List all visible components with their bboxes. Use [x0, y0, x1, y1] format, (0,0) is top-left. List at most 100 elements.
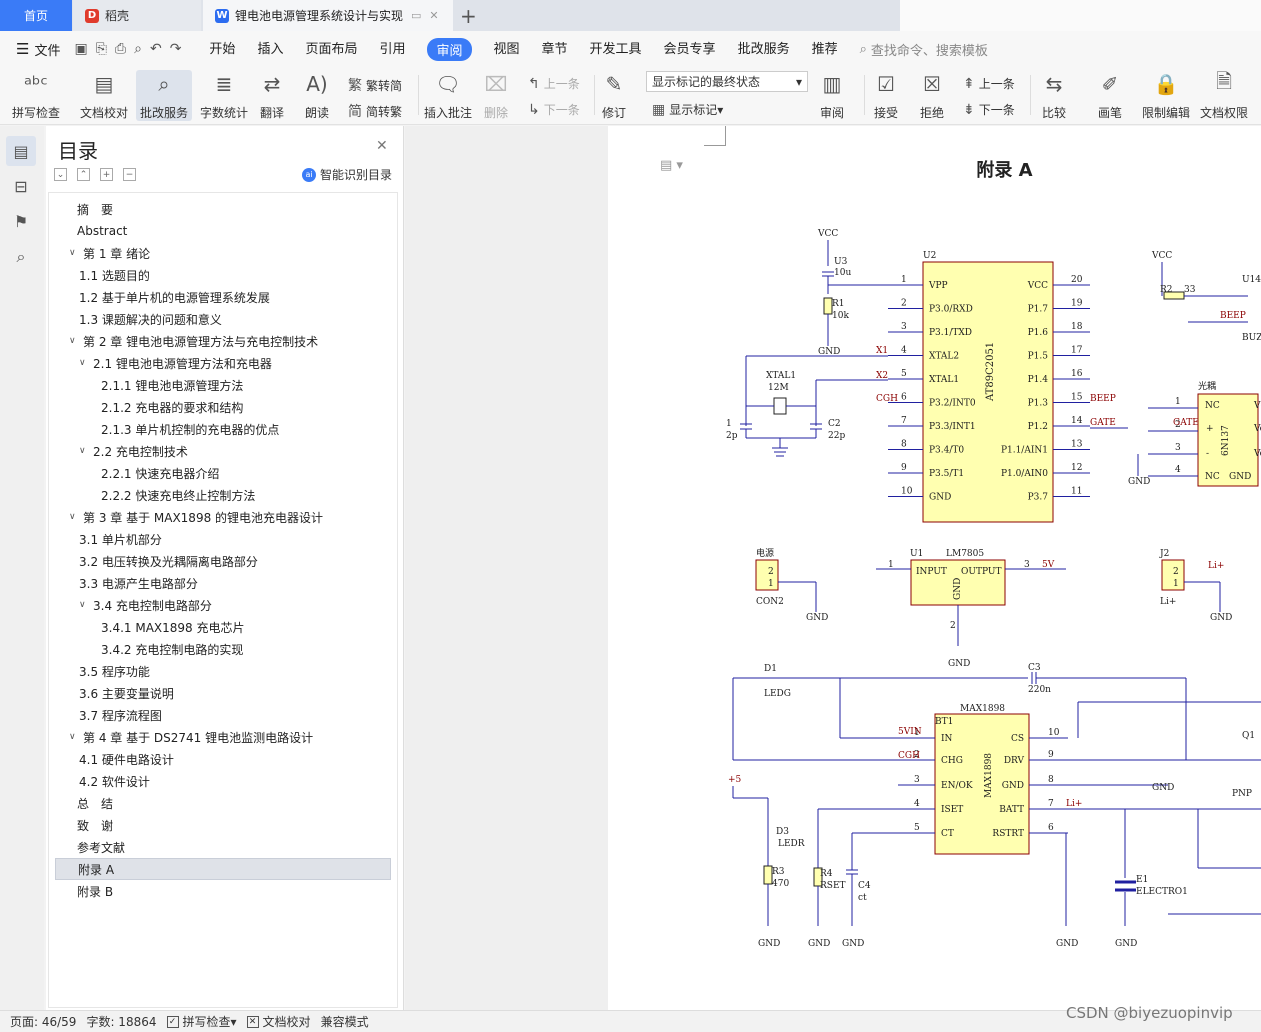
file-menu[interactable]: ☰ 文件	[16, 40, 60, 59]
tab-home[interactable]: 首页	[0, 0, 72, 31]
toc-item[interactable]: 参考文献	[77, 836, 125, 858]
tab-document[interactable]: W 锂电池电源管理系统设计与实现 ▭ ✕	[203, 0, 453, 31]
toc-item[interactable]: Abstract	[77, 220, 127, 242]
translate-button[interactable]: ⇄ 翻译	[258, 70, 286, 121]
toc-item[interactable]: 附录 B	[77, 880, 113, 902]
toc-item[interactable]: 2.1.1 锂电池电源管理方法	[101, 374, 243, 396]
toc-item[interactable]: ∨ 第 1 章 绪论	[69, 242, 150, 264]
grade-service-button[interactable]: ⌕ 批改服务	[136, 70, 193, 121]
print-icon[interactable]: ⎙	[115, 41, 126, 57]
next-revision-button[interactable]: ⇟ 下一条	[963, 101, 1015, 118]
toc-item[interactable]: 2.2.2 快速充电终止控制方法	[101, 484, 255, 506]
chevron-down-icon[interactable]: ∨	[79, 358, 93, 368]
prev-comment-button[interactable]: ↰ 上一条	[528, 75, 580, 92]
smart-toc-button[interactable]: ai 智能识别目录	[302, 166, 392, 183]
doc-rights-button[interactable]: 🗎 文档权限	[1200, 69, 1248, 121]
toc-item[interactable]: 2.1.2 充电器的要求和结构	[101, 396, 243, 418]
undo-icon[interactable]: ↶	[150, 41, 162, 57]
menu-tab[interactable]: 审阅	[427, 37, 472, 61]
menu-tab[interactable]: 插入	[257, 38, 283, 61]
toc-panel-icon[interactable]: ▤	[6, 136, 36, 166]
restrict-edit-button[interactable]: 🔒 限制编辑	[1142, 70, 1190, 121]
preview-icon[interactable]: ⌕	[134, 41, 142, 57]
bookmark-icon[interactable]: ⚑	[6, 206, 36, 236]
search-icon[interactable]: ⌕	[6, 242, 36, 272]
save-icon[interactable]: ▣	[74, 41, 87, 57]
word-count[interactable]: 字数: 18864	[86, 1013, 156, 1030]
command-search[interactable]: ⌕ 查找命令、搜索模板	[860, 40, 988, 59]
toc-item[interactable]: ∨ 第 2 章 锂电池电源管理方法与充电控制技术	[69, 330, 318, 352]
toc-item[interactable]: 3.4.1 MAX1898 充电芯片	[101, 616, 245, 638]
toc-item[interactable]: 3.4.2 充电控制电路的实现	[101, 638, 243, 660]
toc-item[interactable]: ∨ 2.1 锂电池电源管理方法和充电器	[79, 352, 272, 374]
menu-tab[interactable]: 视图	[494, 38, 520, 61]
page-indicator[interactable]: 页面: 46/59	[10, 1013, 76, 1030]
export-icon[interactable]: ⎘	[96, 41, 107, 57]
toc-item[interactable]: 3.7 程序流程图	[79, 704, 162, 726]
toc-item[interactable]: 1.2 基于单片机的电源管理系统发展	[79, 286, 270, 308]
close-icon[interactable]: ✕	[376, 138, 388, 154]
delete-comment-button[interactable]: ⌧ 删除	[482, 70, 510, 121]
toc-item[interactable]: 摘 要	[77, 198, 113, 220]
menu-tab[interactable]: 开始	[209, 38, 235, 61]
toc-item[interactable]: 致 谢	[77, 814, 113, 836]
reject-button[interactable]: ☒ 拒绝	[918, 70, 946, 121]
document-page[interactable]: ▤ ▾ U2 AT89C2051 1 VPP 2 P3.0/RXD 3 P3.1/TXD 4 XT…	[608, 126, 1261, 1010]
close-tab-icon[interactable]: ✕	[429, 9, 438, 22]
simp-to-trad-button[interactable]: 简简转繁	[348, 101, 402, 121]
menu-tab[interactable]: 引用	[379, 38, 405, 61]
toc-item[interactable]: 1.1 选题目的	[79, 264, 150, 286]
compare-button[interactable]: ⇆ 比较	[1040, 70, 1068, 121]
word-count-button[interactable]: ≣ 字数统计	[200, 70, 248, 121]
toc-item[interactable]: 3.6 主要变量说明	[79, 682, 174, 704]
chevron-down-icon[interactable]: ∨	[79, 600, 93, 610]
doc-proof-button[interactable]: ▤ 文档校对	[80, 70, 128, 121]
collapse-all-icon[interactable]: ⌃	[77, 168, 90, 181]
accept-button[interactable]: ☑ 接受	[872, 70, 900, 121]
toc-item[interactable]: 3.1 单片机部分	[79, 528, 162, 550]
toc-item[interactable]: 1.3 课题解决的问题和意义	[79, 308, 222, 330]
spell-check-button[interactable]: ᵃᵇᶜ 拼写检查	[12, 70, 60, 121]
menu-tab[interactable]: 章节	[542, 38, 568, 61]
redo-icon[interactable]: ↷	[170, 41, 182, 57]
toc-item[interactable]: 4.2 软件设计	[79, 770, 150, 792]
toc-item[interactable]: ∨ 第 4 章 基于 DS2741 锂电池监测电路设计	[69, 726, 313, 748]
menu-tab[interactable]: 批改服务	[738, 38, 790, 61]
chevron-down-icon[interactable]: ∨	[69, 336, 83, 346]
chevron-down-icon[interactable]: ∨	[69, 512, 83, 522]
remove-heading-icon[interactable]: −	[123, 168, 136, 181]
show-markup-dropdown[interactable]: ▦ 显示标记 ▾	[652, 101, 723, 118]
review-pane-button[interactable]: ▥ 审阅	[818, 70, 846, 121]
menu-tab[interactable]: 页面布局	[305, 38, 357, 61]
chevron-down-icon[interactable]: ∨	[79, 446, 93, 456]
trad-to-simp-button[interactable]: 繁繁转简	[348, 75, 402, 95]
markup-state-select[interactable]: 显示标记的最终状态 ▾	[646, 71, 808, 92]
pin-icon[interactable]: ▭	[411, 9, 421, 22]
toc-item[interactable]: ∨ 第 3 章 基于 MAX1898 的锂电池充电器设计	[69, 506, 323, 528]
toc-item[interactable]: ∨ 2.2 充电控制技术	[79, 440, 188, 462]
new-tab-button[interactable]: +	[460, 4, 477, 28]
menu-tab[interactable]: 会员专享	[664, 38, 716, 61]
prev-revision-button[interactable]: ⇞ 上一条	[963, 75, 1015, 92]
menu-tab[interactable]: 开发工具	[590, 38, 642, 61]
toc-item[interactable]: 4.1 硬件电路设计	[79, 748, 174, 770]
insert-comment-button[interactable]: 🗨 插入批注	[424, 70, 472, 121]
toc-item[interactable]: 3.3 电源产生电路部分	[79, 572, 198, 594]
nav-panel-icon[interactable]: ⊟	[6, 171, 36, 201]
menu-tab[interactable]: 推荐	[812, 38, 838, 61]
toc-item[interactable]: 3.2 电压转换及光耦隔离电路部分	[79, 550, 258, 572]
add-heading-icon[interactable]: +	[100, 168, 113, 181]
toc-item[interactable]: 总 结	[77, 792, 113, 814]
tab-daoke[interactable]: D 稻壳	[73, 0, 201, 31]
status-doc-proof[interactable]: ✕ 文档校对	[246, 1013, 311, 1030]
status-spell-check[interactable]: ✓ 拼写检查 ▾	[166, 1013, 237, 1030]
toc-item[interactable]: 附录 A	[55, 858, 391, 880]
toc-item[interactable]: 2.1.3 单片机控制的充电器的优点	[101, 418, 279, 440]
toc-item[interactable]: 2.2.1 快速充电器介绍	[101, 462, 219, 484]
revise-button[interactable]: ✎ 修订	[600, 70, 628, 121]
toc-item[interactable]: ∨ 3.4 充电控制电路部分	[79, 594, 212, 616]
chevron-down-icon[interactable]: ∨	[69, 732, 83, 742]
pen-button[interactable]: ✐ 画笔	[1096, 70, 1124, 121]
toc-item[interactable]: 3.5 程序功能	[79, 660, 150, 682]
next-comment-button[interactable]: ↳ 下一条	[528, 101, 580, 118]
